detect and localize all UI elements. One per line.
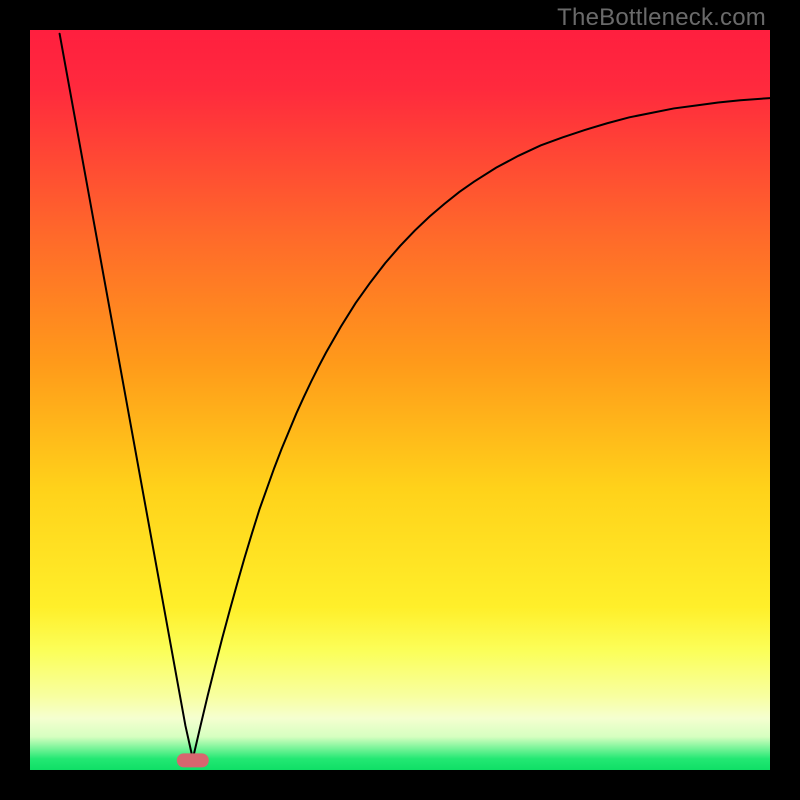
watermark-text: TheBottleneck.com (557, 4, 766, 32)
gradient-background (30, 30, 770, 770)
minimum-marker (177, 753, 209, 767)
bottleneck-chart (30, 30, 770, 770)
chart-frame (30, 30, 770, 770)
